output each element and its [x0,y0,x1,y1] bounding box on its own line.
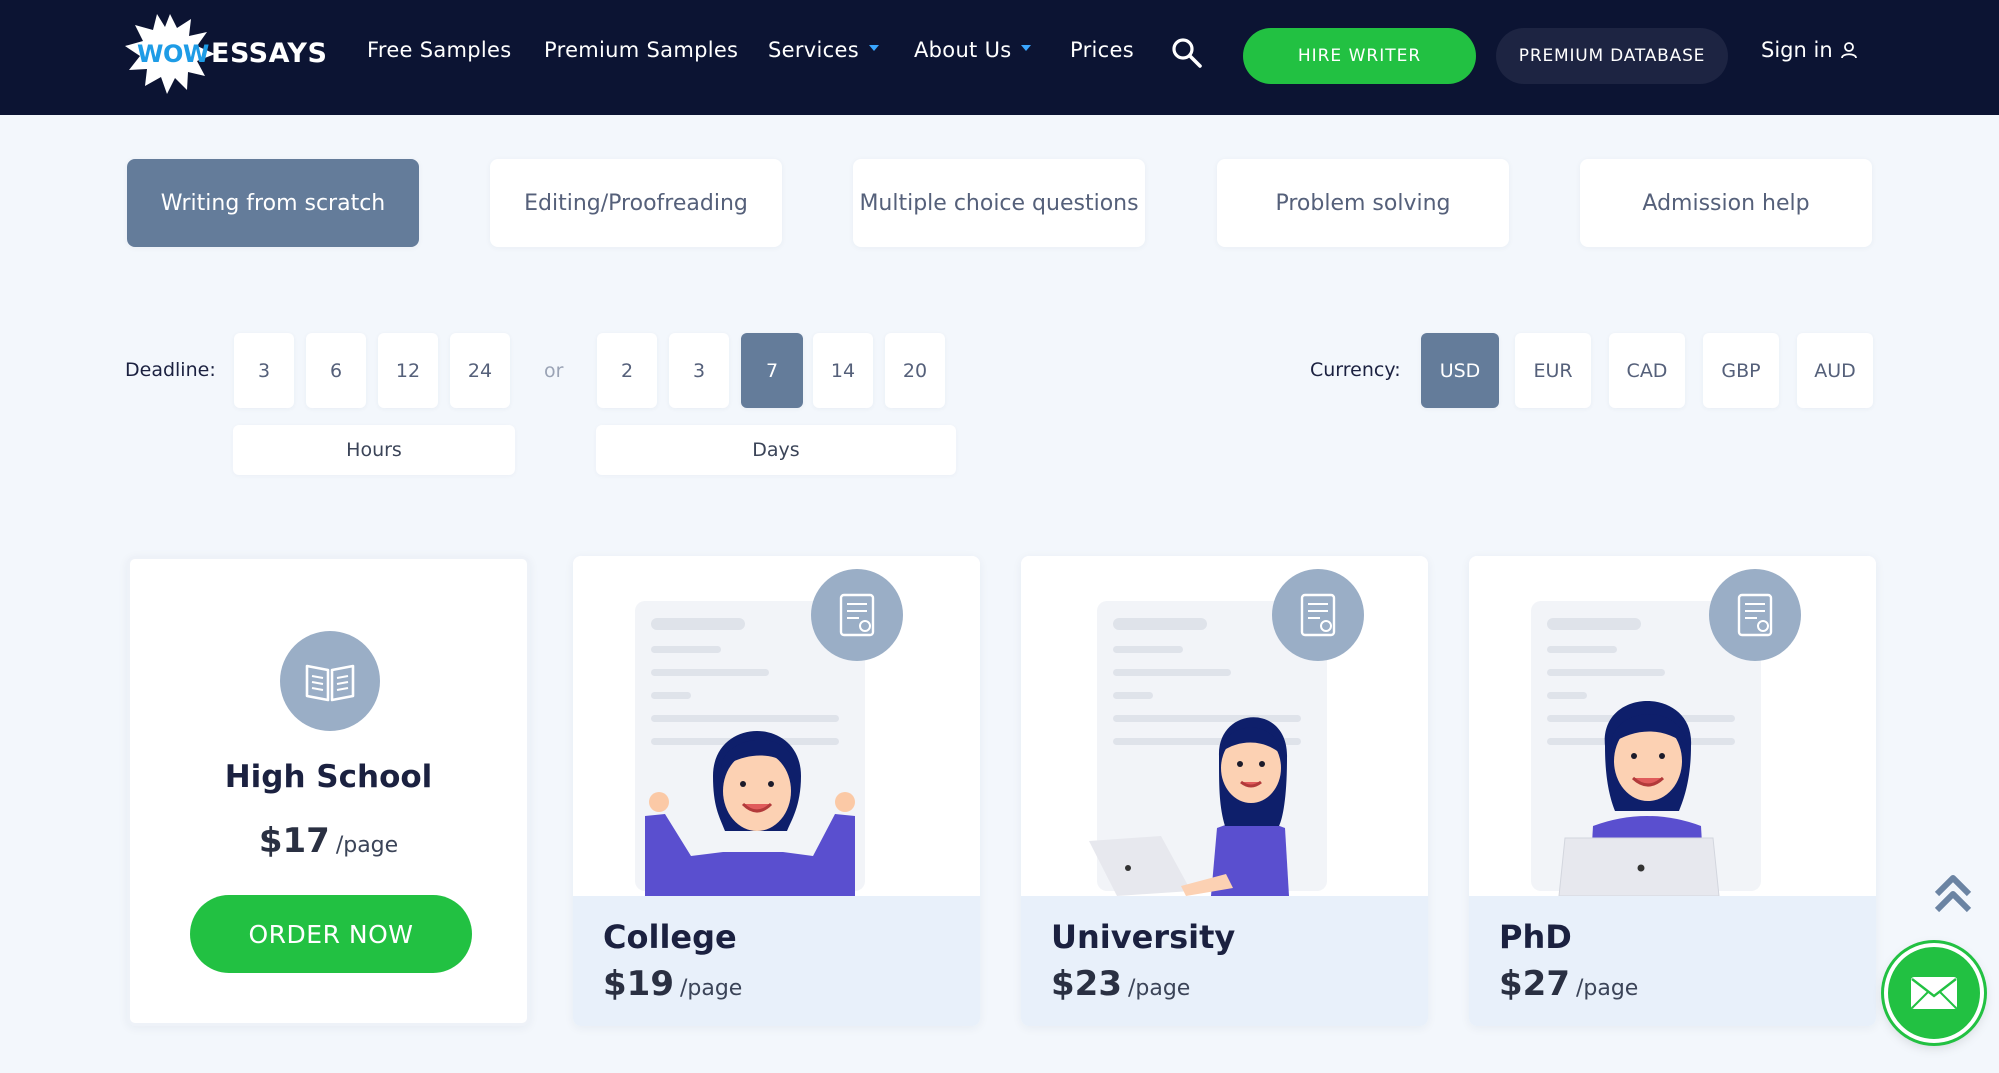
price-value: $19 [603,964,674,1004]
certificate-icon [811,569,903,661]
deadline-hours-6[interactable]: 6 [306,333,366,408]
tab-multiple-choice[interactable]: Multiple choice questions [853,159,1145,247]
deadline-days-7[interactable]: 7 [741,333,803,408]
deadline-hours-3[interactable]: 3 [234,333,294,408]
open-book-icon [280,631,380,731]
deadline-days-20[interactable]: 20 [885,333,945,408]
card-price: $19/page [603,964,742,1004]
tab-writing-from-scratch[interactable]: Writing from scratch [127,159,419,247]
student-illustration [1021,556,1428,896]
card-title: High School [224,759,433,795]
student-illustration [573,556,980,896]
price-unit: /page [679,976,743,1001]
card-phd[interactable]: PhD $27/page [1469,556,1876,1026]
order-now-button[interactable]: ORDER NOW [190,895,472,973]
sign-in-label: Sign in [1761,38,1833,62]
card-footer: University $23/page [1021,896,1428,1026]
deadline-days-2[interactable]: 2 [597,333,657,408]
sign-in-link[interactable]: Sign in [1761,38,1857,62]
logo-wow: WOW [137,40,209,68]
currency-aud[interactable]: AUD [1797,333,1873,408]
student-illustration [1469,556,1876,897]
hire-writer-button[interactable]: HIRE WRITER [1243,28,1476,84]
certificate-icon [1272,569,1364,661]
tab-editing-proofreading[interactable]: Editing/Proofreading [490,159,782,247]
site-header: WOW ESSAYS Free Samples Premium Samples … [0,0,1999,115]
site-logo[interactable]: WOW ESSAYS [125,14,327,94]
card-college[interactable]: College $19/page [573,556,980,1026]
price-unit: /page [1127,976,1191,1001]
deadline-or: or [544,360,564,382]
deadline-hours-24[interactable]: 24 [450,333,510,408]
card-price: $17/page [130,821,527,861]
currency-label: Currency: [1310,359,1401,381]
logo-essays: ESSAYS [211,38,328,69]
price-value: $27 [1499,964,1570,1004]
card-price: $23/page [1051,964,1190,1004]
search-icon [1172,38,1202,68]
days-label: Days [596,425,956,475]
envelope-icon [1911,977,1957,1009]
currency-eur[interactable]: EUR [1515,333,1591,408]
nav-services-label: Services [768,38,859,62]
chevron-down-icon [1021,45,1032,51]
currency-usd[interactable]: USD [1421,333,1499,408]
nav-about-us[interactable]: About Us [914,38,1032,62]
nav-premium-samples[interactable]: Premium Samples [544,38,738,62]
card-footer: College $19/page [573,896,980,1026]
chevron-down-icon [868,45,879,51]
nav-services[interactable]: Services [768,38,879,62]
contact-mail-button[interactable] [1884,943,1984,1043]
user-icon [1840,42,1857,59]
nav-about-us-label: About Us [914,38,1012,62]
currency-cad[interactable]: CAD [1609,333,1685,408]
scroll-to-top-button[interactable] [1933,872,1973,916]
certificate-icon [1709,569,1801,661]
card-title: University [1051,918,1236,956]
nav-free-samples[interactable]: Free Samples [367,38,512,62]
card-high-school: High School $17/page ORDER NOW [127,556,530,1026]
currency-gbp[interactable]: GBP [1703,333,1779,408]
hours-label: Hours [233,425,515,475]
deadline-days-14[interactable]: 14 [813,333,873,408]
deadline-label: Deadline: [125,359,216,381]
card-footer: PhD $27/page [1469,896,1876,1026]
deadline-hours-12[interactable]: 12 [378,333,438,408]
tab-admission-help[interactable]: Admission help [1580,159,1872,247]
search-button[interactable] [1170,36,1204,70]
price-value: $17 [258,821,330,861]
card-title: College [603,918,737,956]
price-unit: /page [1575,976,1639,1001]
price-value: $23 [1051,964,1122,1004]
premium-database-button[interactable]: PREMIUM DATABASE [1496,28,1728,84]
card-price: $27/page [1499,964,1638,1004]
deadline-days-3[interactable]: 3 [669,333,729,408]
tab-problem-solving[interactable]: Problem solving [1217,159,1509,247]
card-title: PhD [1499,918,1572,956]
double-chevron-up-icon [1934,875,1972,913]
price-unit: /page [335,833,399,858]
nav-prices[interactable]: Prices [1070,38,1134,62]
card-university[interactable]: University $23/page [1021,556,1428,1026]
